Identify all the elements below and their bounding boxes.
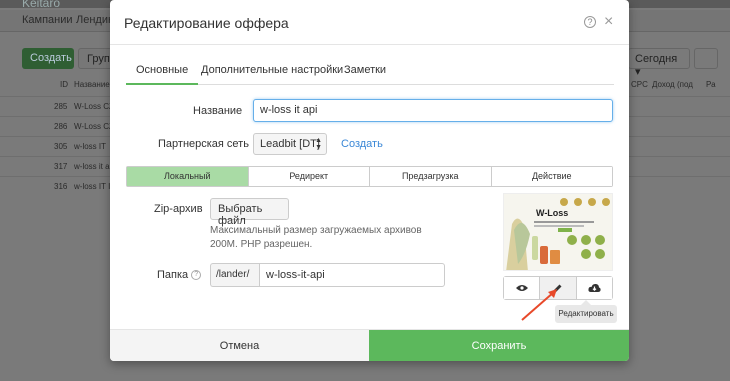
folder-prefix: /lander/ bbox=[210, 263, 260, 287]
name-input[interactable]: w-loss it api bbox=[253, 99, 613, 122]
offer-type-selector: Локальный Редирект Предзагрузка Действие bbox=[126, 166, 613, 187]
folder-label-text: Папка bbox=[157, 269, 189, 281]
cancel-button[interactable]: Отмена bbox=[110, 330, 369, 361]
bg-col-revenue: Доход (под bbox=[652, 80, 693, 89]
bg-refresh-button bbox=[694, 48, 718, 69]
zip-help-text: Максимальный размер загружаемых архивов … bbox=[210, 225, 422, 250]
bg-create-button: Создать bbox=[22, 48, 74, 69]
bg-row-id: 316 bbox=[54, 182, 68, 191]
save-button[interactable]: Сохранить bbox=[369, 330, 629, 361]
modal-header: Редактирование оффера ? × bbox=[110, 0, 629, 45]
choose-file-button[interactable]: Выбрать файл bbox=[210, 198, 289, 227]
type-local[interactable]: Локальный bbox=[127, 167, 248, 186]
preview-graphic: W-Loss bbox=[504, 194, 612, 270]
tab-additional-settings[interactable]: Дополнительные настройки bbox=[191, 56, 353, 85]
edit-tooltip: Редактировать bbox=[555, 300, 617, 323]
bg-date-label: Сегодня bbox=[635, 53, 678, 65]
bg-row-id: 317 bbox=[54, 162, 68, 171]
type-action[interactable]: Действие bbox=[490, 167, 612, 186]
modal-title: Редактирование оффера bbox=[124, 15, 289, 31]
bg-row-name: w-loss IT bbox=[74, 142, 106, 151]
bg-nav-campaigns: Кампании bbox=[22, 14, 73, 26]
close-icon[interactable]: × bbox=[604, 13, 613, 31]
select-arrows-icon: ▲ ▼ bbox=[315, 137, 322, 151]
edit-offer-modal: Редактирование оффера ? × Основные Допол… bbox=[110, 0, 629, 361]
type-preload[interactable]: Предзагрузка bbox=[369, 167, 491, 186]
bg-date-button: Сегодня ▾ bbox=[628, 48, 690, 78]
bg-row-id: 285 bbox=[54, 102, 68, 111]
folder-input[interactable]: w-loss-it-api bbox=[259, 263, 445, 287]
bg-col-id: ID bbox=[60, 80, 68, 89]
type-redirect[interactable]: Редирект bbox=[247, 167, 369, 186]
network-select-value: Leadbit [DT] bbox=[260, 138, 320, 150]
download-button[interactable] bbox=[575, 277, 612, 299]
bg-col-extra: Ра bbox=[706, 80, 716, 89]
tab-main[interactable]: Основные bbox=[126, 56, 199, 85]
question-icon[interactable]: ? bbox=[191, 270, 202, 281]
network-label: Партнерская сеть bbox=[158, 138, 249, 150]
cloud-download-icon bbox=[588, 283, 601, 292]
tab-bar: Основные Дополнительные настройки Заметк… bbox=[126, 56, 614, 85]
bg-row-id: 305 bbox=[54, 142, 68, 151]
bg-brand: Keitaro bbox=[22, 0, 61, 10]
help-icon[interactable]: ? bbox=[584, 16, 596, 28]
folder-label: Папка? bbox=[157, 269, 202, 281]
create-network-link[interactable]: Создать bbox=[341, 138, 383, 150]
bg-row-name: W-Loss CZ bbox=[74, 122, 114, 131]
preview-title: W-Loss bbox=[536, 208, 568, 218]
name-label: Название bbox=[193, 105, 243, 117]
zip-label: Zip-архив bbox=[154, 203, 203, 215]
bg-row-id: 286 bbox=[54, 122, 68, 131]
network-select[interactable]: Leadbit [DT] ▲ ▼ bbox=[253, 133, 327, 155]
modal-footer: Отмена Сохранить bbox=[110, 329, 629, 361]
bg-col-name: Название bbox=[74, 80, 110, 89]
bg-col-cpc: CPC bbox=[631, 80, 648, 89]
landing-preview-image: W-Loss bbox=[503, 193, 613, 271]
tab-notes[interactable]: Заметки bbox=[334, 56, 396, 85]
bg-row-name: W-Loss CZ bbox=[74, 102, 114, 111]
